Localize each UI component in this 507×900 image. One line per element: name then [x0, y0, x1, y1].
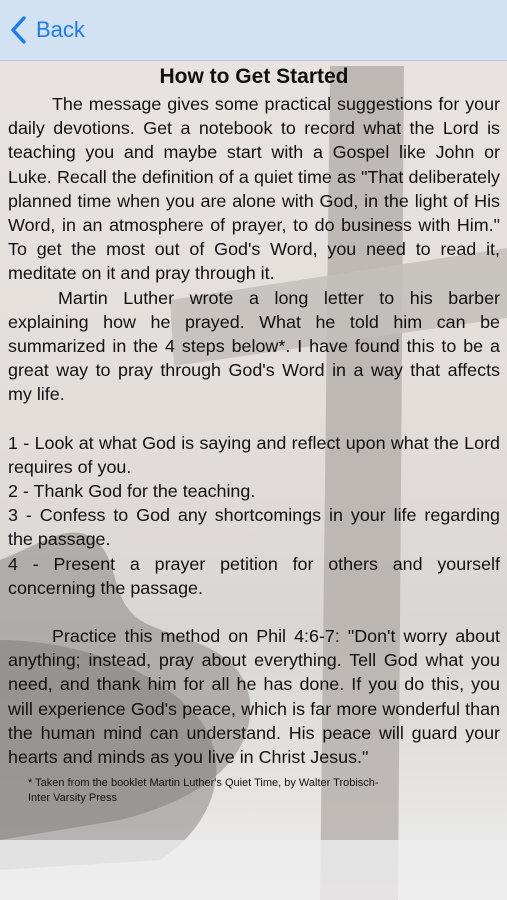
step-item-4: 4 - Present a prayer petition for others… — [8, 553, 500, 598]
navigation-bar: Back — [0, 0, 507, 61]
back-button[interactable]: Back — [8, 14, 85, 46]
step-item-2: 2 - Thank God for the teaching. — [8, 481, 256, 502]
step-item-3: 3 - Confess to God any shortcomings in y… — [8, 505, 500, 550]
article-content: How to Get Started The message gives som… — [8, 60, 500, 806]
back-label: Back — [36, 17, 85, 42]
page-title: How to Get Started — [159, 65, 349, 88]
practice-paragraph: Practice this method on Phil 4:6-7: "Don… — [8, 626, 500, 768]
footnote-line-1: * Taken from the booklet Martin Luther's… — [28, 777, 379, 790]
step-item-1: 1 - Look at what God is saying and refle… — [8, 432, 500, 477]
luther-paragraph: Martin Luther wrote a long letter to his… — [8, 287, 500, 405]
footnote: * Taken from the booklet Martin Luther's… — [8, 776, 500, 806]
intro-paragraph: The message gives some practical suggest… — [8, 94, 500, 284]
chevron-left-icon — [11, 16, 26, 44]
footnote-line-2: Inter Varsity Press — [28, 792, 118, 805]
